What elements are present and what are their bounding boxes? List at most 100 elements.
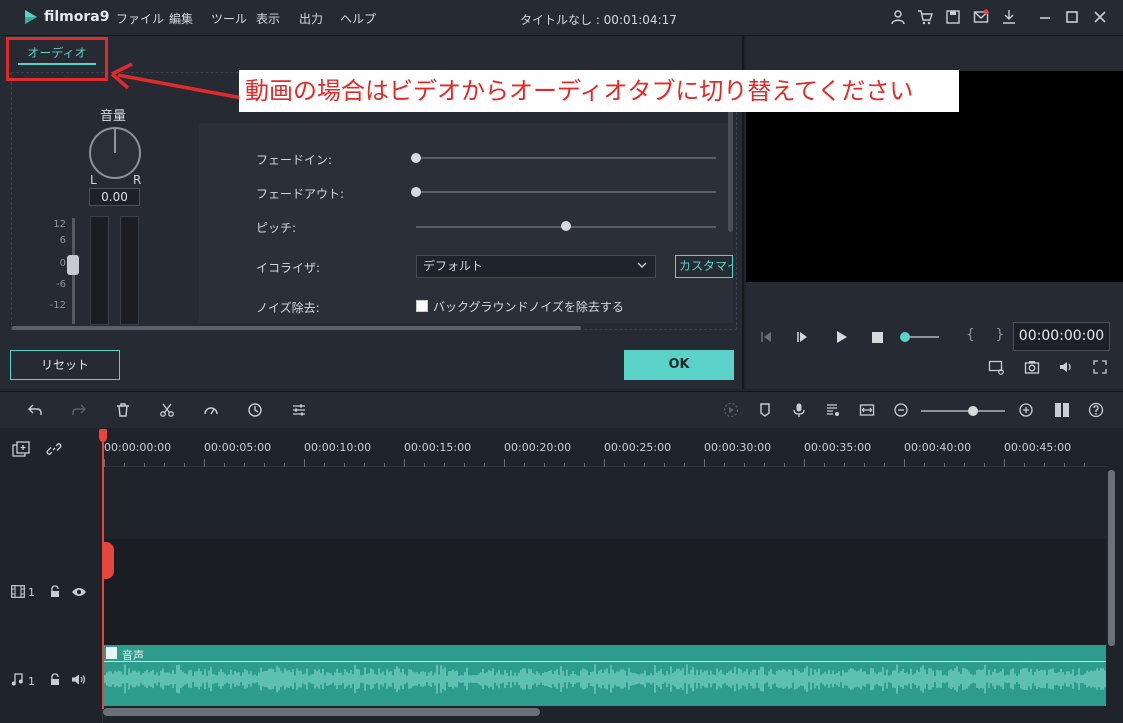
menu-edit[interactable]: 編集: [169, 10, 193, 27]
layout-icon[interactable]: [1054, 402, 1070, 418]
db-scale-label: -6: [56, 279, 66, 290]
ruler-tick: [744, 463, 745, 467]
menu-file[interactable]: ファイル: [116, 10, 164, 27]
ruler-tick-label: 00:00:15:00: [404, 441, 472, 454]
playback-progress-thumb[interactable]: [900, 332, 910, 342]
redo-icon[interactable]: [71, 402, 87, 418]
settings-vertical-scrollbar[interactable]: [728, 110, 733, 232]
download-icon[interactable]: [1001, 9, 1017, 25]
zoom-slider-track[interactable]: [921, 410, 1005, 412]
delete-icon[interactable]: [115, 402, 131, 418]
fade-out-thumb[interactable]: [411, 187, 421, 197]
mark-in-out[interactable]: { }: [966, 327, 1012, 343]
fade-in-slider[interactable]: [416, 157, 716, 159]
speaker-icon[interactable]: [71, 673, 87, 686]
link-icon[interactable]: [46, 441, 62, 457]
timeline-vertical-scrollbar[interactable]: [1108, 470, 1115, 646]
music-note-icon: [11, 673, 23, 686]
save-icon[interactable]: [945, 9, 961, 25]
ruler-tick: [984, 463, 985, 467]
display-settings-icon[interactable]: [988, 359, 1004, 375]
annotation-arrow-icon: [110, 62, 243, 100]
fade-out-slider[interactable]: [416, 191, 716, 193]
previous-frame-icon[interactable]: [759, 329, 775, 345]
fit-timeline-icon[interactable]: [859, 402, 875, 418]
render-icon[interactable]: [723, 402, 739, 418]
ruler-tick: [1004, 459, 1005, 467]
scissors-icon[interactable]: [159, 402, 175, 418]
play-icon[interactable]: [833, 329, 849, 345]
pitch-thumb[interactable]: [561, 221, 571, 231]
volume-icon[interactable]: [1058, 359, 1074, 375]
marker-icon[interactable]: [757, 402, 773, 418]
cart-icon[interactable]: [917, 9, 933, 25]
menu-export[interactable]: 出力: [299, 10, 323, 27]
app-logo-text: filmora9: [44, 9, 110, 25]
undo-icon[interactable]: [27, 402, 43, 418]
volume-slider-thumb[interactable]: [67, 255, 79, 275]
ruler-tick-label: 00:00:00:00: [104, 441, 172, 454]
ruler-tick: [1024, 463, 1025, 467]
account-icon[interactable]: [890, 9, 906, 25]
denoise-checkbox[interactable]: [416, 300, 428, 312]
camera-icon[interactable]: [1024, 359, 1040, 375]
mail-icon[interactable]: [973, 9, 989, 25]
ruler-tick: [704, 459, 705, 467]
video-track-number: 1: [28, 586, 35, 599]
ruler-tick: [204, 459, 205, 467]
fade-in-label: フェードイン:: [256, 153, 333, 167]
lock-icon[interactable]: [49, 585, 61, 598]
audio-clip[interactable]: [103, 645, 1106, 706]
player-timecode: 00:00:00:00: [1013, 322, 1110, 351]
menu-tools[interactable]: ツール: [211, 10, 247, 27]
equalizer-label: イコライザ:: [256, 261, 321, 275]
volume-value[interactable]: 0.00: [89, 188, 140, 206]
timeline-horizontal-scrollbar[interactable]: [103, 708, 540, 716]
video-track-1[interactable]: [103, 539, 1106, 644]
ruler-tick: [924, 463, 925, 467]
stop-icon[interactable]: [869, 329, 885, 345]
lock-icon[interactable]: [49, 673, 61, 686]
knob-left-label: L: [90, 173, 97, 187]
playhead-handle[interactable]: [99, 429, 107, 442]
speed-icon[interactable]: [203, 402, 219, 418]
menu-view[interactable]: 表示: [256, 10, 280, 27]
eye-icon[interactable]: [71, 586, 87, 598]
voiceover-icon[interactable]: [825, 402, 841, 418]
zoom-out-icon[interactable]: [893, 402, 909, 418]
ruler-tick: [944, 463, 945, 467]
microphone-icon[interactable]: [791, 402, 807, 418]
reset-button[interactable]: リセット: [10, 350, 120, 380]
fullscreen-icon[interactable]: [1092, 359, 1108, 375]
ruler-tick: [624, 463, 625, 467]
preview-header: [746, 36, 1123, 71]
equalizer-select[interactable]: デフォルト: [416, 255, 656, 278]
menu-help[interactable]: ヘルプ: [340, 10, 376, 27]
zoom-in-icon[interactable]: [1018, 402, 1034, 418]
ruler-tick: [404, 459, 405, 467]
ruler-tick: [964, 463, 965, 467]
maximize-icon[interactable]: [1064, 9, 1080, 25]
minimize-icon[interactable]: [1037, 9, 1053, 25]
close-icon[interactable]: [1092, 9, 1108, 25]
settings-horizontal-scrollbar[interactable]: [12, 326, 581, 330]
db-scale-label: 12: [53, 219, 66, 230]
ruler-tick: [284, 463, 285, 467]
duration-icon[interactable]: [247, 402, 263, 418]
zoom-slider-thumb[interactable]: [968, 406, 978, 416]
ruler-tick: [444, 463, 445, 467]
playback-progress-track[interactable]: [905, 336, 939, 338]
fade-in-thumb[interactable]: [411, 153, 421, 163]
filmora-logo-icon: [22, 8, 40, 26]
ruler-tick: [764, 463, 765, 467]
adjust-icon[interactable]: [291, 402, 307, 418]
customize-button[interactable]: カスタマイズ: [675, 255, 733, 278]
next-frame-icon[interactable]: [795, 329, 811, 345]
ruler-tick-label: 00:00:40:00: [904, 441, 972, 454]
ok-button[interactable]: OK: [624, 350, 734, 380]
add-track-icon[interactable]: [12, 441, 30, 457]
audio-waveform: [103, 661, 1106, 694]
ruler-tick: [344, 463, 345, 467]
help-icon[interactable]: [1088, 402, 1104, 418]
split-scissors-icon[interactable]: [103, 542, 114, 579]
